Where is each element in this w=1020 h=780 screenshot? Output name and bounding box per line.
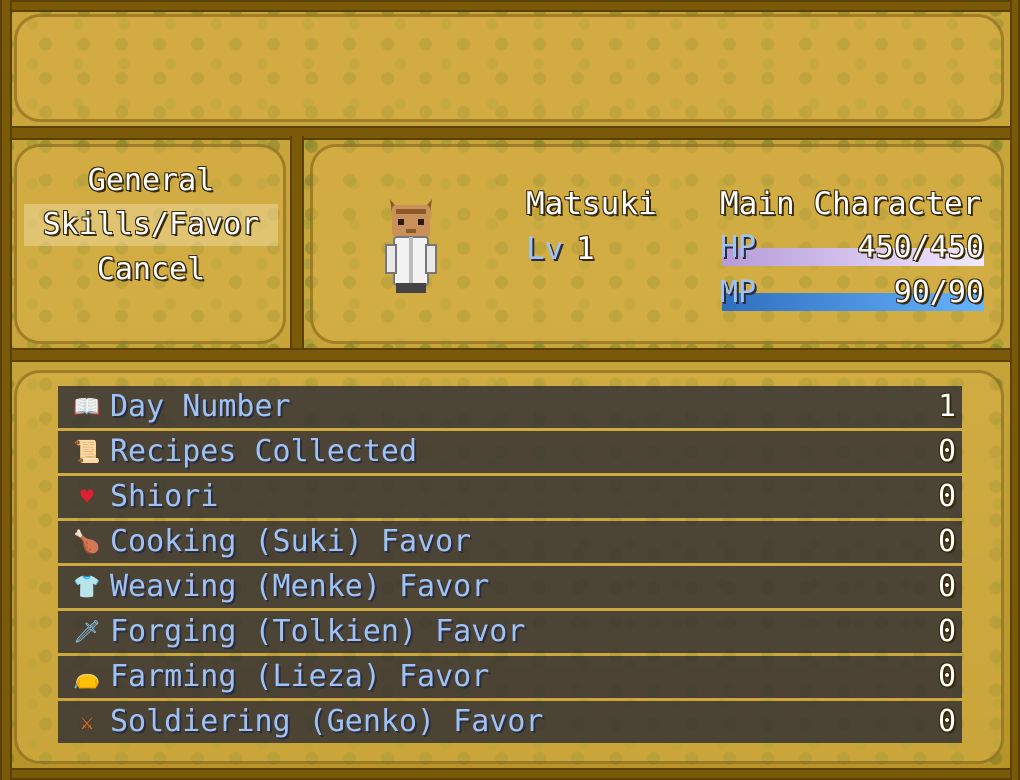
actor-name: Matsuki: [526, 186, 657, 222]
sword-icon: 🗡: [73, 619, 101, 645]
stat-row: 📖 Day Number 1: [58, 386, 962, 428]
stat-label: Farming (Lieza) Favor: [110, 659, 490, 694]
stat-label: Weaving (Menke) Favor: [110, 569, 490, 604]
shirt-icon: 👕: [73, 574, 101, 600]
stat-value: 0: [937, 704, 956, 739]
scroll-icon: 📜: [73, 439, 101, 465]
stat-label: Forging (Tolkien) Favor: [110, 614, 526, 649]
stat-value: 1: [937, 389, 956, 424]
menu-item-skills-favor[interactable]: Skills/Favor: [24, 204, 278, 246]
stat-label: Soldiering (Genko) Favor: [110, 704, 544, 739]
stat-label: Shiori: [110, 479, 219, 514]
menu-item-cancel[interactable]: Cancel: [24, 249, 278, 291]
menu-item-general[interactable]: General: [24, 160, 278, 202]
mp-label: MP: [720, 275, 757, 310]
stat-value: 0: [937, 434, 956, 469]
soldier-icon: ⚔: [80, 709, 94, 735]
stat-value: 0: [937, 524, 956, 559]
stat-row: 🗡 Forging (Tolkien) Favor 0: [58, 611, 962, 653]
stat-value: 0: [937, 569, 956, 604]
stat-row: ♥ Shiori 0: [58, 476, 962, 518]
actor-level-label: Lv: [526, 231, 564, 267]
drumstick-icon: 🍗: [73, 529, 101, 555]
hp-label: HP: [720, 230, 757, 265]
stat-row: ⚔ Soldiering (Genko) Favor 0: [58, 701, 962, 743]
stat-value: 0: [937, 659, 956, 694]
book-icon: 📖: [73, 394, 101, 420]
mp-value: 90/90: [893, 275, 984, 310]
stat-row: 📜 Recipes Collected 0: [58, 431, 962, 473]
actor-level: 1: [576, 231, 595, 267]
stat-label: Day Number: [110, 389, 291, 424]
stat-row: 🍗 Cooking (Suki) Favor 0: [58, 521, 962, 563]
character-sprite: [385, 199, 437, 293]
stat-value: 0: [937, 614, 956, 649]
sack-icon: 👝: [73, 664, 101, 690]
stat-value: 0: [937, 479, 956, 514]
stat-row: 👕 Weaving (Menke) Favor 0: [58, 566, 962, 608]
stat-label: Recipes Collected: [110, 434, 418, 469]
help-window: [14, 14, 1004, 122]
heart-icon: ♥: [80, 484, 94, 510]
stat-row: 👝 Farming (Lieza) Favor 0: [58, 656, 962, 698]
hp-value: 450/450: [857, 230, 984, 265]
actor-class: Main Character: [720, 186, 982, 222]
stat-label: Cooking (Suki) Favor: [110, 524, 472, 559]
